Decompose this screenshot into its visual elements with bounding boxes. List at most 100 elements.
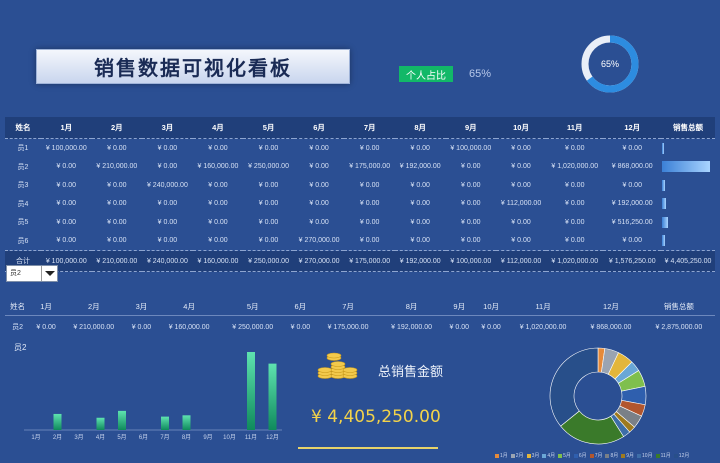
table-cell: ¥ 0.00: [511, 144, 531, 152]
table-cell: ¥ 0.00: [309, 218, 329, 226]
legend-label: 8月: [610, 453, 619, 459]
table-cell: ¥ 0.00: [309, 181, 329, 189]
detail-col-header: 姓名: [5, 297, 31, 316]
detail-col-header: 4月: [157, 297, 221, 316]
detail-col-header: 11月: [506, 297, 580, 316]
legend-swatch: [589, 453, 594, 458]
total-cell: ¥ 1,020,000.00: [546, 250, 604, 272]
detail-col-header: 8月: [379, 297, 444, 316]
table-cell: ¥ 0.00: [309, 144, 329, 152]
legend-swatch: [526, 453, 531, 458]
table-cell: ¥ 0.00: [511, 163, 531, 171]
table-cell: ¥ 0.00: [565, 237, 585, 245]
total-bar-cell: [661, 139, 715, 158]
total-cell: ¥ 100,000.00: [445, 250, 497, 272]
table-cell: ¥ 0.00: [208, 200, 228, 208]
table-cell: ¥ 0.00: [461, 163, 481, 171]
bar-4月: [96, 417, 105, 430]
table-cell: ¥ 0.00: [410, 144, 430, 152]
x-tick-label: 12月: [266, 434, 279, 441]
legend-swatch: [637, 453, 642, 458]
detail-col-header: 6月: [284, 297, 317, 316]
total-bar: [662, 216, 668, 228]
table-cell: ¥ 0.00: [107, 144, 127, 152]
table-cell: ¥ 0.00: [258, 200, 279, 208]
legend-swatch: [510, 453, 515, 458]
col-header: 4月: [192, 117, 244, 139]
bar-8月: [182, 415, 191, 430]
col-header: 8月: [394, 117, 446, 139]
x-tick-label: 5月: [117, 434, 126, 441]
table-cell: ¥ 0.00: [511, 237, 531, 245]
col-header: 姓名: [5, 117, 41, 139]
employee-select[interactable]: 员2: [6, 265, 58, 282]
gauge-label: 65%: [601, 59, 619, 69]
legend-item: 11月: [655, 452, 671, 459]
total-bar: [662, 235, 665, 247]
detail-cell: ¥ 160,000.00: [168, 323, 210, 331]
table-cell: ¥ 0.00: [309, 200, 329, 208]
x-tick-label: 6月: [139, 434, 148, 441]
dashboard-title-box: 销售数据可视化看板: [36, 49, 350, 84]
row-name: 员4: [17, 200, 29, 208]
table-cell: ¥ 210,000.00: [96, 163, 138, 171]
detail-cell: ¥ 0.00: [449, 323, 469, 331]
row-name: 员3: [17, 182, 29, 190]
table-cell: ¥ 0.00: [56, 163, 77, 171]
table-cell: ¥ 0.00: [565, 181, 585, 189]
bar-5月: [118, 410, 126, 430]
legend-label: 1月: [500, 453, 508, 459]
total-cell: ¥ 250,000.00: [243, 250, 294, 272]
col-header: 销售总额: [661, 117, 715, 139]
table-cell: ¥ 0.00: [258, 144, 279, 152]
table-cell: ¥ 0.00: [410, 181, 430, 189]
total-cell: ¥ 160,000.00: [192, 250, 244, 272]
legend-swatch: [621, 453, 626, 458]
table-cell: ¥ 0.00: [258, 218, 279, 226]
x-tick-label: 9月: [203, 434, 212, 441]
total-cell: ¥ 112,000.00: [496, 250, 547, 272]
total-bar-cell: [661, 213, 715, 232]
detail-col-header: 5月: [220, 297, 285, 316]
total-bar: [662, 179, 665, 191]
col-header: 9月: [445, 117, 497, 139]
detail-cell: ¥ 192,000.00: [391, 323, 433, 331]
detail-cell: ¥ 0.00: [131, 323, 152, 331]
total-underline: [298, 447, 438, 449]
row-name: 员2: [17, 163, 29, 171]
total-bar: [662, 198, 666, 210]
detail-cell: ¥ 0.00: [481, 323, 501, 331]
legend-label: 7月: [594, 453, 603, 459]
total-bar: [662, 142, 664, 154]
dropdown-arrow-icon[interactable]: [41, 266, 57, 281]
employee-select-value: 员2: [10, 270, 21, 277]
table-cell: ¥ 192,000.00: [611, 200, 653, 208]
detail-cell: ¥ 175,000.00: [327, 323, 369, 331]
x-tick-label: 3月: [74, 434, 83, 441]
detail-cell: ¥ 0.00: [36, 323, 56, 331]
table-cell: ¥ 0.00: [56, 200, 77, 208]
legend-label: 2月: [515, 453, 524, 459]
table-cell: ¥ 0.00: [461, 218, 481, 226]
legend-label: 12月: [678, 453, 690, 459]
detail-col-header: 12月: [579, 297, 643, 316]
table-cell: ¥ 0.00: [461, 181, 481, 189]
table-cell: ¥ 0.00: [622, 181, 642, 189]
table-cell: ¥ 0.00: [565, 218, 585, 226]
table-cell: ¥ 100,000.00: [450, 144, 492, 152]
page-title: 销售数据可视化看板: [94, 56, 292, 80]
detail-table-header: 姓名 1月 2月 3月 4月 5月 6月 7月 8月 9月 10月 11月 12月 销售总额: [5, 297, 715, 316]
table-cell: ¥ 0.00: [208, 237, 228, 245]
table-cell: ¥ 0.00: [461, 200, 481, 208]
table-cell: ¥ 0.00: [208, 144, 228, 152]
table-cell: ¥ 0.00: [359, 181, 380, 189]
table-row: 员5 ¥ 0.00 ¥ 0.00 ¥ 0.00 ¥ 0.00 ¥ 0.00 ¥ 0.00 ¥ …: [5, 213, 715, 232]
share-tag: 个人占比: [399, 66, 453, 82]
table-cell: ¥ 0.00: [107, 237, 127, 245]
col-header: 1月: [41, 117, 92, 139]
detail-col-header: 7月: [316, 297, 380, 316]
grand-total: ¥ 4,405,250.00: [661, 250, 715, 272]
col-header: 5月: [243, 117, 294, 139]
table-cell: ¥ 0.00: [359, 200, 380, 208]
legend-swatch: [673, 453, 678, 458]
